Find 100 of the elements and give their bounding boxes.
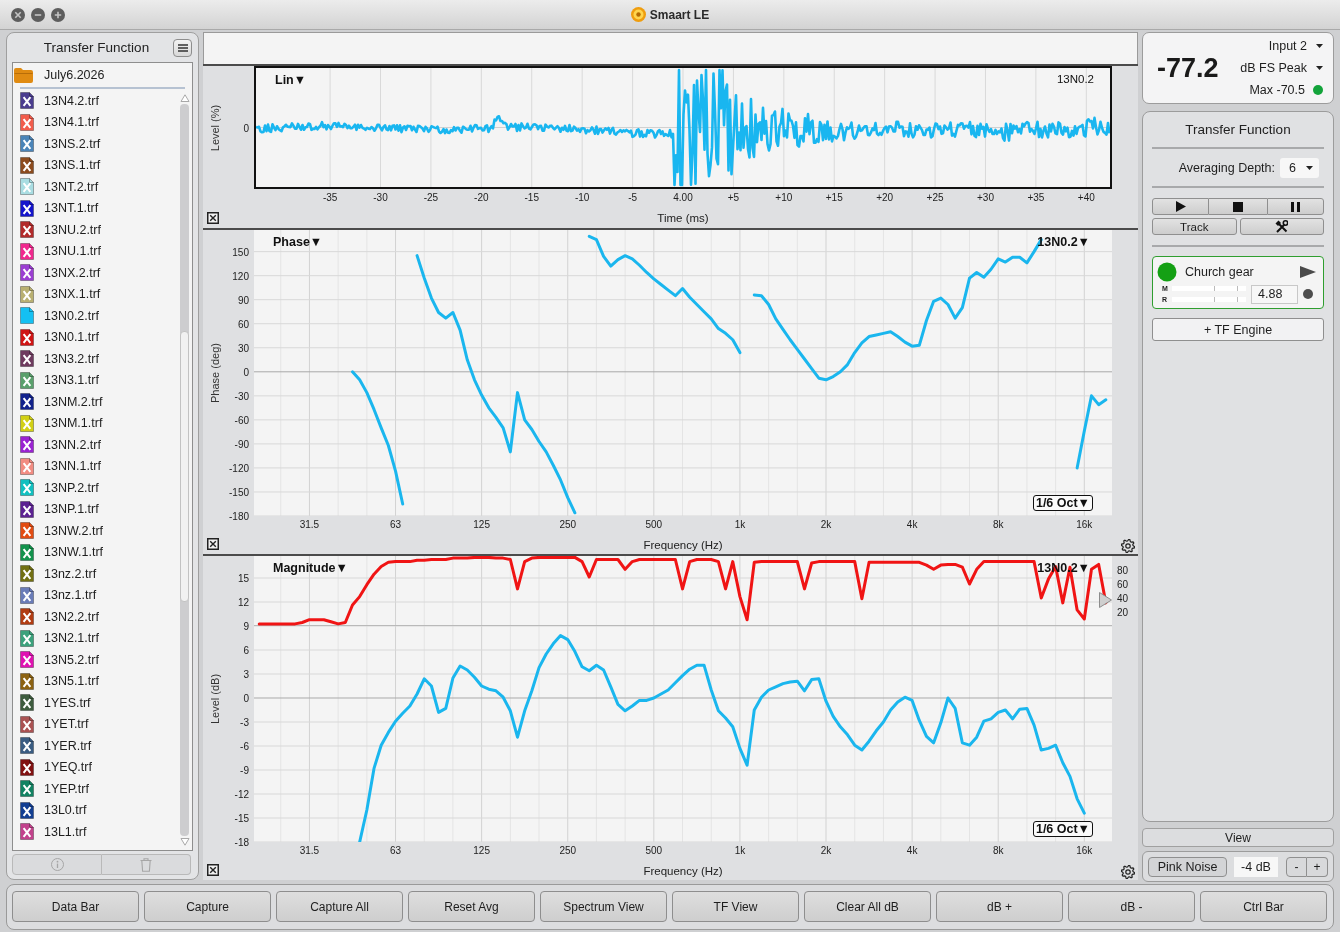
tick-label: 125 bbox=[473, 845, 490, 856]
stepper-button[interactable]: - bbox=[1286, 856, 1307, 877]
file-item[interactable]: 13N5.1.trf bbox=[13, 670, 179, 692]
file-item[interactable]: 13nz.1.trf bbox=[13, 584, 179, 606]
tick-label: 0 bbox=[243, 122, 249, 133]
file-item[interactable]: 13NX.1.trf bbox=[13, 283, 179, 305]
file-item[interactable]: 1YEP.trf bbox=[13, 778, 179, 800]
file-item[interactable]: 13N4.1.trf bbox=[13, 111, 179, 133]
file-item[interactable]: 13NP.2.trf bbox=[13, 477, 179, 499]
file-item[interactable]: 13NT.1.trf bbox=[13, 197, 179, 219]
toolbar-button[interactable]: dB - bbox=[1068, 891, 1195, 922]
file-item[interactable]: 13NW.2.trf bbox=[13, 520, 179, 542]
file-item[interactable]: 13NP.1.trf bbox=[13, 498, 179, 520]
tick-label: -15 bbox=[234, 812, 249, 824]
folder-item[interactable]: July6.2026 bbox=[13, 63, 192, 87]
add-engine-button[interactable]: + TF Engine bbox=[1152, 318, 1324, 341]
file-item[interactable]: 13N3.1.trf bbox=[13, 369, 179, 391]
track-button[interactable]: Track bbox=[1152, 218, 1237, 235]
triangle-handle-icon[interactable] bbox=[1099, 592, 1112, 608]
panel-title: Transfer Function bbox=[42, 40, 151, 55]
axis-label: Level (dB) bbox=[209, 673, 221, 725]
unit-dropdown[interactable]: dB FS Peak bbox=[1240, 59, 1323, 77]
tools-button[interactable] bbox=[1239, 218, 1324, 235]
file-item[interactable]: 13N2.1.trf bbox=[13, 627, 179, 649]
toolbar-button[interactable]: TF View bbox=[672, 891, 799, 922]
file-item[interactable]: 13N5.2.trf bbox=[13, 649, 179, 671]
tick-label: -9 bbox=[240, 764, 249, 776]
tick-label: +25 bbox=[926, 192, 944, 203]
caret-icon bbox=[1316, 66, 1323, 70]
close-icon[interactable] bbox=[207, 212, 219, 224]
gain-field[interactable]: -4 dB bbox=[1234, 856, 1278, 877]
file-item[interactable]: 13N3.2.trf bbox=[13, 348, 179, 370]
file-item[interactable]: 13NN.1.trf bbox=[13, 455, 179, 477]
tick-label: 16k bbox=[1076, 845, 1093, 856]
close-icon[interactable] bbox=[207, 864, 219, 876]
file-item[interactable]: 13L1.trf bbox=[13, 821, 179, 843]
toolbar-button[interactable]: dB + bbox=[936, 891, 1063, 922]
smoothing-menu[interactable]: 1/6 Oct▼ bbox=[1032, 821, 1093, 837]
menu-button[interactable] bbox=[173, 38, 192, 57]
file-item[interactable]: 13NM.2.trf bbox=[13, 391, 179, 413]
file-item[interactable]: 13NW.1.trf bbox=[13, 541, 179, 563]
smoothing-menu[interactable]: 1/6 Oct▼ bbox=[1032, 495, 1093, 511]
stepper-button[interactable]: + bbox=[1307, 856, 1328, 877]
file-item[interactable]: 13NT.2.trf bbox=[13, 176, 179, 198]
file-item[interactable]: 13N0.2.trf bbox=[13, 305, 179, 327]
file-item[interactable]: 13NS.1.trf bbox=[13, 154, 179, 176]
play-button[interactable] bbox=[1152, 198, 1210, 215]
tick-label: 120 bbox=[232, 270, 249, 282]
pause-button[interactable] bbox=[1266, 198, 1324, 215]
toolbar-button[interactable]: Capture All bbox=[276, 891, 403, 922]
stop-button[interactable] bbox=[1209, 198, 1267, 215]
averaging-dropdown[interactable]: 6 bbox=[1280, 157, 1319, 178]
toolbar-button[interactable]: Ctrl Bar bbox=[1200, 891, 1327, 922]
toolbar-button[interactable]: Clear All dB bbox=[804, 891, 931, 922]
axis-label: Time (ms) bbox=[657, 211, 709, 224]
close-icon[interactable] bbox=[207, 538, 219, 550]
file-item[interactable]: 13NX.2.trf bbox=[13, 262, 179, 284]
file-item[interactable]: 1YES.trf bbox=[13, 692, 179, 714]
file-item[interactable]: 13NU.1.trf bbox=[13, 240, 179, 262]
file-item[interactable]: 13nz.2.trf bbox=[13, 563, 179, 585]
plot-type-menu[interactable]: Magnitude▼ bbox=[273, 561, 348, 575]
toolbar-button[interactable]: Spectrum View bbox=[540, 891, 667, 922]
toolbar-button[interactable]: Data Bar bbox=[12, 891, 139, 922]
settings-icon[interactable] bbox=[1121, 865, 1135, 879]
file-item[interactable]: 13NS.2.trf bbox=[13, 133, 179, 155]
play-icon bbox=[1175, 201, 1186, 212]
plot-type-menu[interactable]: Phase▼ bbox=[273, 235, 323, 249]
pause-icon bbox=[1290, 201, 1300, 212]
zoom-icon[interactable] bbox=[51, 7, 65, 22]
file-item[interactable]: 13NU.2.trf bbox=[13, 219, 179, 241]
view-button[interactable]: View bbox=[1142, 828, 1334, 847]
tick-label: -180 bbox=[229, 510, 249, 522]
play-icon[interactable] bbox=[1300, 265, 1316, 278]
file-item[interactable]: 1YET.trf bbox=[13, 713, 179, 735]
tick-label: -5 bbox=[628, 192, 638, 203]
settings-icon[interactable] bbox=[1121, 539, 1135, 553]
file-item[interactable]: 13L0.trf bbox=[13, 799, 179, 821]
tick-label: 15 bbox=[237, 572, 249, 584]
tools-icon bbox=[1275, 220, 1289, 233]
tick-label: +40 bbox=[1077, 192, 1095, 203]
file-item[interactable]: 1YEQ.trf bbox=[13, 756, 179, 778]
file-item[interactable]: 13NN.2.trf bbox=[13, 434, 179, 456]
tick-label: 1k bbox=[734, 845, 746, 856]
file-item[interactable]: 1YER.trf bbox=[13, 735, 179, 757]
file-item[interactable]: 13N2.2.trf bbox=[13, 606, 179, 628]
file-item[interactable]: 13N4.2.trf bbox=[13, 90, 179, 112]
input-dropdown[interactable]: Input 2 bbox=[1268, 37, 1323, 55]
delay-field[interactable]: 4.88 bbox=[1251, 284, 1298, 304]
tick-label: +10 bbox=[775, 192, 793, 203]
tick-label: 4k bbox=[906, 519, 918, 530]
generator-button[interactable]: Pink Noise bbox=[1148, 856, 1227, 877]
tick-label: +5 bbox=[727, 192, 740, 203]
file-item[interactable]: 13NM.1.trf bbox=[13, 412, 179, 434]
tick-label: 40 bbox=[1117, 592, 1129, 604]
toolbar-button[interactable]: Reset Avg bbox=[408, 891, 535, 922]
scroll-thumb[interactable] bbox=[180, 330, 189, 602]
toolbar-button[interactable]: Capture bbox=[144, 891, 271, 922]
minimize-icon[interactable] bbox=[31, 7, 45, 22]
tick-label: 30 bbox=[237, 342, 249, 354]
file-item[interactable]: 13N0.1.trf bbox=[13, 326, 179, 348]
